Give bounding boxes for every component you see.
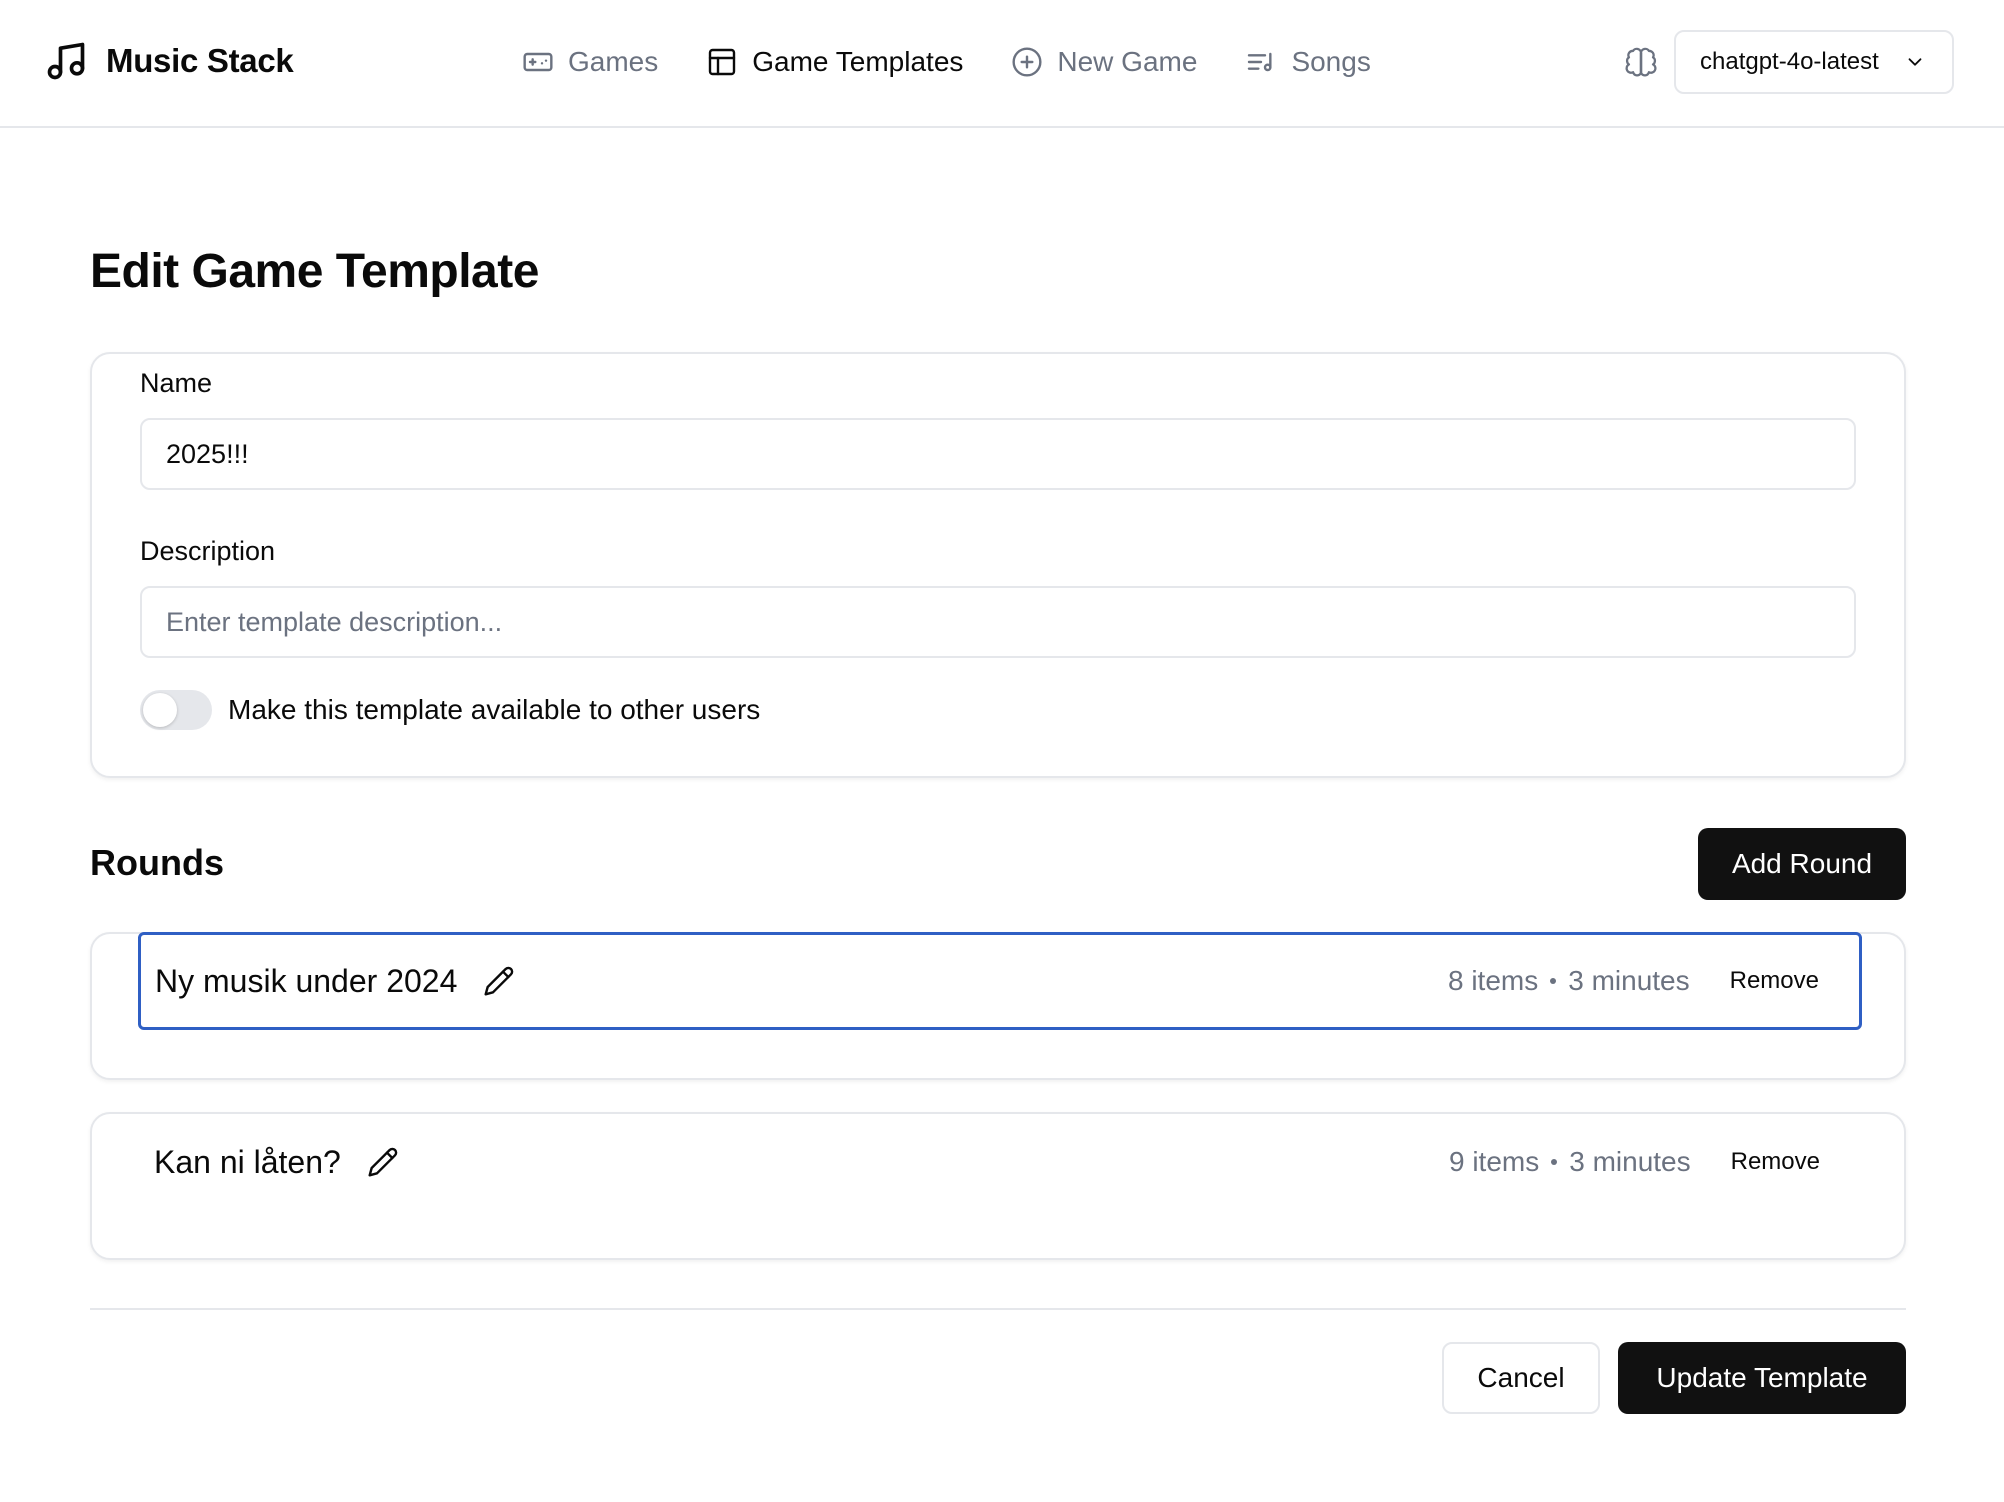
edit-round-name-button[interactable] <box>367 1146 399 1178</box>
public-toggle-label: Make this template available to other us… <box>228 694 761 725</box>
add-round-button[interactable]: Add Round <box>1698 828 1906 900</box>
nav-item-label: Songs <box>1291 46 1371 77</box>
nav-item-label: Games <box>568 46 659 77</box>
music-note-icon <box>47 42 85 80</box>
name-input[interactable] <box>140 418 1856 490</box>
remove-round-button[interactable]: Remove <box>1731 1148 1820 1176</box>
top-nav-bar: Music Stack Games Game Templates New Gam… <box>0 0 2004 128</box>
toggle-knob <box>143 693 177 727</box>
nav-item-songs[interactable]: Songs <box>1245 38 1371 86</box>
main-nav: Games Game Templates New Game Songs <box>522 38 1419 86</box>
playlist-icon <box>1248 52 1272 72</box>
name-label: Name <box>140 368 213 398</box>
model-select[interactable]: chatgpt-4o-latest <box>1674 30 1954 94</box>
plus-circle-icon <box>1012 47 1042 77</box>
nav-item-label: New Game <box>1057 46 1198 77</box>
brand[interactable]: Music Stack <box>44 38 294 84</box>
cancel-button[interactable]: Cancel <box>1442 1342 1600 1414</box>
nav-item-label: Game Templates <box>752 46 964 77</box>
chevron-down-icon <box>1908 58 1922 66</box>
public-toggle-switch[interactable] <box>140 690 212 730</box>
round-item-count: 9 items <box>1448 1146 1540 1177</box>
round-name: Ny musik under 2024 <box>155 962 458 999</box>
rounds-title: Rounds <box>90 842 224 883</box>
footer-divider <box>90 1308 1906 1310</box>
round-header[interactable]: Kan ni låten? 9 items 3 minutes Remove <box>140 1114 1860 1210</box>
edit-round-name-button[interactable] <box>483 965 515 997</box>
separator-dot <box>1550 978 1557 984</box>
nav-item-game-templates[interactable]: Game Templates <box>706 38 963 86</box>
remove-round-button[interactable]: Remove <box>1730 967 1819 995</box>
model-select-value: chatgpt-4o-latest <box>1700 48 1879 75</box>
public-toggle-row: Make this template available to other us… <box>140 690 760 730</box>
pencil-icon <box>368 1147 398 1177</box>
round-header[interactable]: Ny musik under 2024 8 items 3 minutes Re… <box>138 932 1862 1030</box>
round-name: Kan ni låten? <box>154 1143 341 1180</box>
description-input[interactable] <box>140 586 1856 658</box>
template-form-card: Name Description Make this template avai… <box>90 352 1906 778</box>
round-duration: 3 minutes <box>1569 1146 1691 1177</box>
round-card: Ny musik under 2024 8 items 3 minutes Re… <box>90 932 1906 1080</box>
round-item-count: 8 items <box>1447 965 1539 996</box>
gamepad-icon <box>523 52 553 72</box>
update-template-button[interactable]: Update Template <box>1618 1342 1906 1414</box>
description-label: Description <box>140 536 276 566</box>
template-icon <box>709 48 736 76</box>
nav-item-games[interactable]: Games <box>522 38 658 86</box>
round-meta: 9 items 3 minutes <box>1449 1146 1691 1178</box>
brand-name: Music Stack <box>106 42 294 79</box>
pencil-icon <box>484 966 514 996</box>
round-meta: 8 items 3 minutes <box>1448 965 1690 997</box>
page-title: Edit Game Template <box>90 245 539 298</box>
separator-dot <box>1551 1159 1558 1165</box>
round-card: Kan ni låten? 9 items 3 minutes Remove <box>90 1112 1906 1260</box>
brain-icon <box>1625 47 1657 77</box>
round-duration: 3 minutes <box>1568 965 1690 996</box>
nav-item-new-game[interactable]: New Game <box>1011 38 1197 86</box>
